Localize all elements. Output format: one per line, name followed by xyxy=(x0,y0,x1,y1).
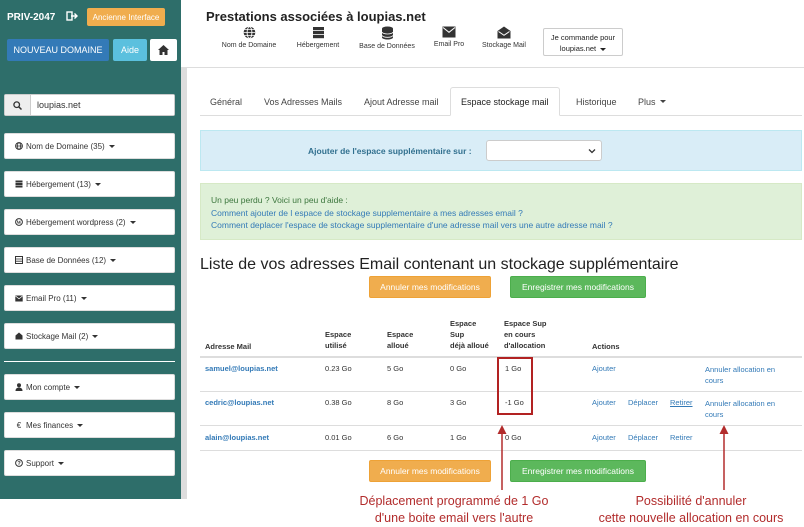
annotation-line: d'une boite email vers l'autre xyxy=(374,511,534,525)
annotation-move: Déplacement programmé de 1 Go d'une boit… xyxy=(338,493,570,527)
annotation-line: Déplacement programmé de 1 Go xyxy=(359,494,549,508)
annotation-line: Possibilité d'annuler xyxy=(635,494,747,508)
arrow-head xyxy=(497,425,507,434)
annotation-arrows xyxy=(497,425,729,490)
annotation-cancel: Possibilité d'annuler cette nouvelle all… xyxy=(580,493,802,527)
arrow-head xyxy=(719,425,729,434)
annotation-line: cette nouvelle allocation en cours xyxy=(598,511,784,525)
